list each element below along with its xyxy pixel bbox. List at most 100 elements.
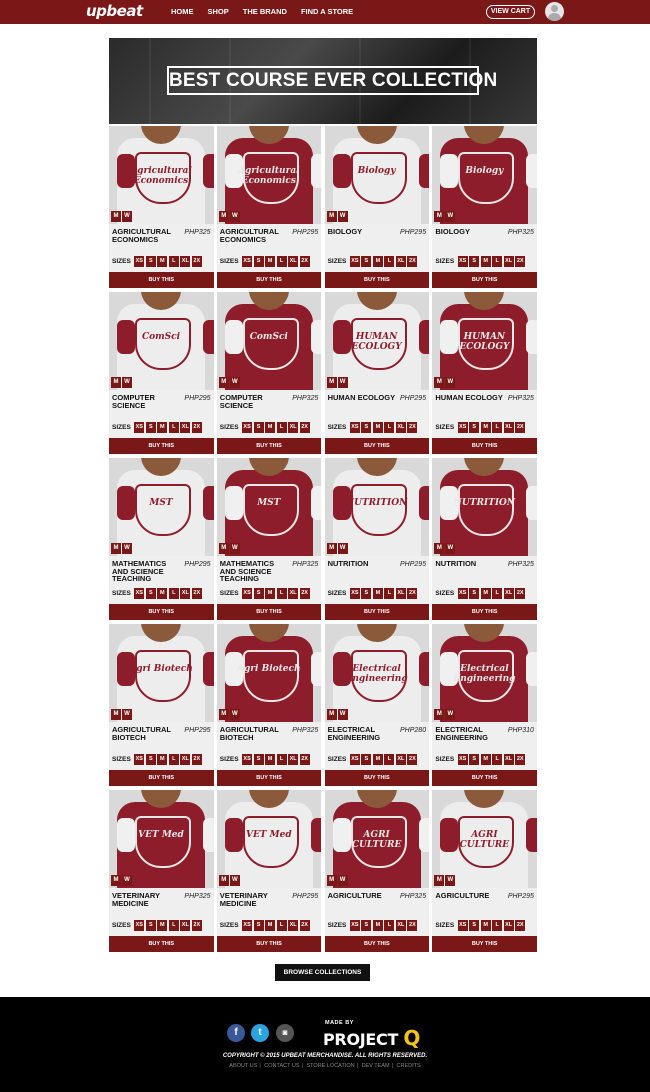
- size-option[interactable]: XS: [134, 256, 145, 267]
- size-option[interactable]: XL: [395, 588, 406, 599]
- size-option[interactable]: S: [469, 754, 480, 765]
- product-card[interactable]: ComSci M W COMPUTER SCIENCE PHP295 SIZES…: [109, 292, 214, 454]
- size-option[interactable]: S: [361, 920, 372, 931]
- size-option[interactable]: XL: [288, 256, 299, 267]
- gender-men-option[interactable]: M: [434, 875, 445, 886]
- product-card[interactable]: MST M W MATHEMATICS AND SCIENCE TEACHING…: [216, 458, 322, 620]
- gender-men-option[interactable]: M: [326, 377, 337, 388]
- gender-women-option[interactable]: W: [337, 875, 348, 886]
- buy-this-button[interactable]: BUY THIS: [109, 770, 214, 786]
- buy-this-button[interactable]: BUY THIS: [324, 936, 430, 952]
- size-option[interactable]: XS: [134, 754, 145, 765]
- buy-this-button[interactable]: BUY THIS: [216, 936, 322, 952]
- size-option[interactable]: L: [492, 920, 503, 931]
- product-name[interactable]: MATHEMATICS AND SCIENCE TEACHING: [112, 560, 182, 583]
- product-image[interactable]: AGRI CULTURE M W: [324, 790, 430, 888]
- product-name[interactable]: NUTRITION: [328, 560, 398, 568]
- view-cart-button[interactable]: VIEW CART: [486, 5, 535, 19]
- size-option[interactable]: XS: [242, 422, 253, 433]
- user-avatar-icon[interactable]: [545, 2, 564, 21]
- product-image[interactable]: MST M W: [109, 458, 214, 556]
- size-option[interactable]: M: [157, 256, 168, 267]
- size-option[interactable]: L: [384, 754, 395, 765]
- product-image[interactable]: Agricultural Economics M W: [109, 126, 214, 224]
- buy-this-button[interactable]: BUY THIS: [109, 604, 214, 620]
- size-option[interactable]: XL: [395, 256, 406, 267]
- buy-this-button[interactable]: BUY THIS: [432, 936, 537, 952]
- size-option[interactable]: S: [253, 588, 264, 599]
- size-option[interactable]: L: [384, 588, 395, 599]
- size-option[interactable]: 2X: [407, 422, 418, 433]
- size-option[interactable]: 2X: [515, 422, 526, 433]
- product-card[interactable]: ComSci M W COMPUTER SCIENCE PHP325 SIZES…: [216, 292, 322, 454]
- size-option[interactable]: XS: [349, 256, 360, 267]
- size-option[interactable]: 2X: [191, 754, 202, 765]
- size-option[interactable]: XL: [395, 422, 406, 433]
- gender-women-option[interactable]: W: [229, 875, 240, 886]
- product-image[interactable]: Electrical Engineering M W: [324, 624, 430, 722]
- product-image[interactable]: MST M W: [216, 458, 322, 556]
- size-option[interactable]: M: [265, 422, 276, 433]
- nav-the-brand[interactable]: THE BRAND: [243, 7, 287, 16]
- gender-men-option[interactable]: M: [434, 377, 445, 388]
- gender-men-option[interactable]: M: [326, 709, 337, 720]
- size-option[interactable]: XS: [242, 754, 253, 765]
- product-image[interactable]: Agri Biotech M W: [216, 624, 322, 722]
- browse-collections-button[interactable]: BROWSE COLLECTIONS: [275, 964, 370, 981]
- gender-men-option[interactable]: M: [218, 377, 229, 388]
- product-image[interactable]: Biology M W: [324, 126, 430, 224]
- size-option[interactable]: XL: [503, 754, 514, 765]
- buy-this-button[interactable]: BUY THIS: [324, 770, 430, 786]
- size-option[interactable]: L: [276, 256, 287, 267]
- size-option[interactable]: L: [492, 256, 503, 267]
- size-option[interactable]: M: [265, 256, 276, 267]
- product-card[interactable]: Biology M W BIOLOGY PHP325 SIZES XS S M L XL 2…: [432, 126, 537, 288]
- size-option[interactable]: 2X: [407, 256, 418, 267]
- buy-this-button[interactable]: BUY THIS: [216, 438, 322, 454]
- size-option[interactable]: XS: [457, 920, 468, 931]
- size-option[interactable]: M: [372, 588, 383, 599]
- gender-men-option[interactable]: M: [218, 709, 229, 720]
- gender-women-option[interactable]: W: [337, 543, 348, 554]
- product-card[interactable]: Biology M W BIOLOGY PHP295 SIZES XS S M L XL 2…: [324, 126, 430, 288]
- gender-men-option[interactable]: M: [434, 211, 445, 222]
- product-name[interactable]: AGRICULTURAL ECONOMICS: [220, 228, 290, 243]
- size-option[interactable]: XS: [349, 754, 360, 765]
- project-q-logo[interactable]: PROJECT Q: [323, 1026, 420, 1050]
- size-option[interactable]: M: [157, 920, 168, 931]
- size-option[interactable]: 2X: [515, 256, 526, 267]
- product-name[interactable]: ELECTRICAL ENGINEERING: [435, 726, 505, 741]
- gender-women-option[interactable]: W: [337, 377, 348, 388]
- gender-men-option[interactable]: M: [326, 211, 337, 222]
- size-option[interactable]: 2X: [299, 588, 310, 599]
- product-card[interactable]: VET Med M W VETERINARY MEDICINE PHP325 S…: [109, 790, 214, 952]
- buy-this-button[interactable]: BUY THIS: [432, 604, 537, 620]
- size-option[interactable]: 2X: [191, 422, 202, 433]
- size-option[interactable]: M: [480, 256, 491, 267]
- size-option[interactable]: L: [168, 920, 179, 931]
- product-name[interactable]: VETERINARY MEDICINE: [112, 892, 182, 907]
- size-option[interactable]: XS: [457, 588, 468, 599]
- size-option[interactable]: S: [145, 422, 156, 433]
- size-option[interactable]: M: [372, 422, 383, 433]
- product-card[interactable]: Agri Biotech M W AGRICULTURAL BIOTECH PH…: [109, 624, 214, 786]
- gender-women-option[interactable]: W: [445, 875, 456, 886]
- product-card[interactable]: HUMAN ECOLOGY M W HUMAN ECOLOGY PHP295 S…: [324, 292, 430, 454]
- product-card[interactable]: VET Med M W VETERINARY MEDICINE PHP295 S…: [216, 790, 322, 952]
- buy-this-button[interactable]: BUY THIS: [109, 272, 214, 288]
- size-option[interactable]: L: [384, 256, 395, 267]
- size-option[interactable]: XL: [180, 256, 191, 267]
- gender-women-option[interactable]: W: [122, 709, 132, 720]
- gender-men-option[interactable]: M: [326, 543, 337, 554]
- size-option[interactable]: M: [372, 256, 383, 267]
- size-option[interactable]: XS: [349, 920, 360, 931]
- size-option[interactable]: XS: [242, 588, 253, 599]
- size-option[interactable]: XS: [134, 920, 145, 931]
- size-option[interactable]: M: [372, 920, 383, 931]
- product-name[interactable]: COMPUTER SCIENCE: [220, 394, 290, 409]
- size-option[interactable]: L: [276, 422, 287, 433]
- size-option[interactable]: S: [469, 422, 480, 433]
- size-option[interactable]: XS: [457, 754, 468, 765]
- product-name[interactable]: HUMAN ECOLOGY: [328, 394, 398, 402]
- size-option[interactable]: L: [276, 754, 287, 765]
